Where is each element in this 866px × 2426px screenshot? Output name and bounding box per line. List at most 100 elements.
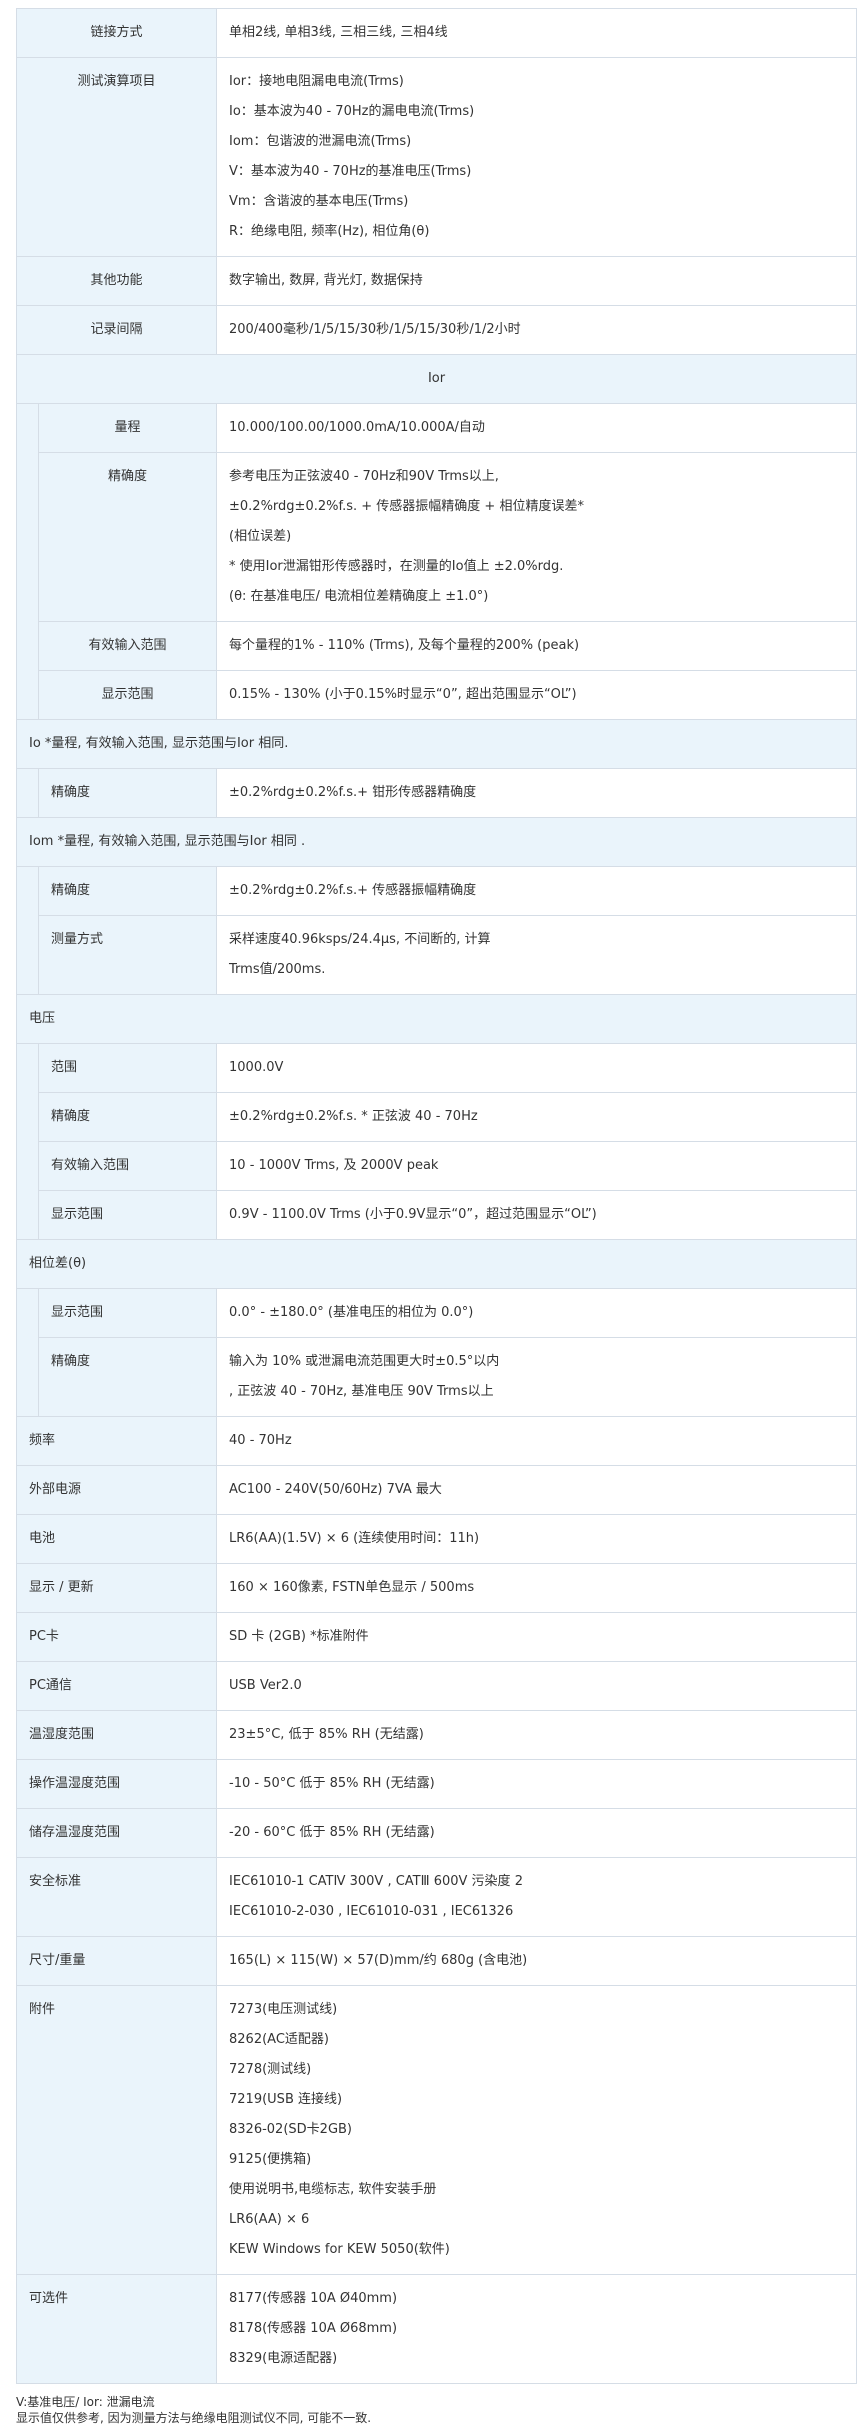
spec-value-line: Vm：含谐波的基本电压(Trms) [229,194,409,209]
spec-value: 10.000/100.00/1000.0mA/10.000A/自动 [216,403,858,453]
spec-label: 可选件 [15,2274,218,2384]
spec-value-line: 7219(USB 连接线) [229,2092,343,2107]
spec-value-line: -10 - 50°C 低于 85% RH (无结露) [229,1776,435,1791]
spec-label: 精确度 [37,866,218,916]
spec-label: 精确度 [37,768,218,818]
indent-cell [16,1288,39,1417]
spec-subrow: 测量方式 采样速度40.96ksps/24.4μs, 不间断的, 计算 Trms值/… [17,915,858,995]
spec-row: 测试演算项目 Ior：接地电阻漏电电流(Trms) Io：基本波为40 - 70Hz… [15,57,858,257]
spec-value: 7273(电压测试线) 8262(AC适配器) 7278(测试线) 7219(USB … [216,1985,858,2275]
spec-row: 电池 LR6(AA)(1.5V) × 6 (连续使用时间：11h) [15,1514,858,1564]
spec-value: 单相2线, 单相3线, 三相三线, 三相4线 [216,8,858,58]
spec-label: 记录间隔 [15,305,218,355]
spec-subrow: 精确度 参考电压为正弦波40 - 70Hz和90V Trms以上, ±0.2%rdg… [17,452,858,622]
spec-value-line: R：绝缘电阻, 频率(Hz), 相位角(θ) [229,224,430,239]
spec-value-line: KEW Windows for KEW 5050(软件) [229,2242,450,2257]
indent-cell [16,1043,39,1240]
spec-value: Ior：接地电阻漏电电流(Trms) Io：基本波为40 - 70Hz的漏电电流(… [216,57,858,257]
spec-value-line: -20 - 60°C 低于 85% RH (无结露) [229,1825,435,1840]
spec-value-line: SD 卡 (2GB) *标准附件 [229,1629,369,1644]
spec-value: 10 - 1000V Trms, 及 2000V peak [216,1141,858,1191]
spec-subrow: 有效输入范围 10 - 1000V Trms, 及 2000V peak [17,1141,858,1191]
spec-subrow: 量程 10.000/100.00/1000.0mA/10.000A/自动 [16,403,858,720]
spec-value-line: 23±5°C, 低于 85% RH (无结露) [229,1727,424,1742]
spec-value-line: 0.9V - 1100.0V Trms (小于0.9V显示“0”，超过范围显示“… [229,1207,597,1222]
spec-label: 范围 [37,1043,218,1093]
spec-label: 链接方式 [15,8,218,58]
spec-value-line: ±0.2%rdg±0.2%f.s. * 正弦波 40 - 70Hz [229,1109,478,1124]
spec-value-line: 输入为 10% 或泄漏电流范围更大时±0.5°以内 [229,1354,500,1369]
spec-row: PC卡 SD 卡 (2GB) *标准附件 [15,1612,858,1662]
spec-value-line: 8178(传感器 10A Ø68mm) [229,2321,398,2336]
spec-value: 160 × 160像素, FSTN单色显示 / 500ms [216,1563,858,1613]
section-title: Iom *量程, 有效输入范围, 显示范围与Ior 相同 . [15,817,858,867]
spec-value: 0.9V - 1100.0V Trms (小于0.9V显示“0”，超过范围显示“… [216,1190,858,1240]
spec-value: 1000.0V [216,1043,858,1093]
spec-row: 可选件 8177(传感器 10A Ø40mm) 8178(传感器 10A Ø68mm… [15,2274,858,2384]
spec-value-line: ±0.2%rdg±0.2%f.s.+ 传感器振幅精确度 [229,883,477,898]
spec-label: 频率 [15,1416,218,1466]
footnote-line: 显示值仅供参考, 因为测量方法与绝缘电阻测试仪不同, 可能不一致. [16,2411,372,2425]
spec-label: 显示 / 更新 [15,1563,218,1613]
spec-label: 安全标准 [15,1857,218,1937]
section-title: Ior [15,354,858,404]
spec-row: 储存温湿度范围 -20 - 60°C 低于 85% RH (无结露) [15,1808,858,1858]
spec-value-line: 7278(测试线) [229,2062,312,2077]
spec-value: ±0.2%rdg±0.2%f.s. * 正弦波 40 - 70Hz [216,1092,858,1142]
spec-value: 165(L) × 115(W) × 57(D)mm/约 680g (含电池) [216,1936,858,1986]
spec-label: 有效输入范围 [37,621,218,671]
spec-row: 附件 7273(电压测试线) 8262(AC适配器) 7278(测试线) 7219(US… [15,1985,858,2275]
spec-value: LR6(AA)(1.5V) × 6 (连续使用时间：11h) [216,1514,858,1564]
spec-row: 操作温湿度范围 -10 - 50°C 低于 85% RH (无结露) [15,1759,858,1809]
spec-value: 200/400毫秒/1/5/15/30秒/1/5/15/30秒/1/2小时 [216,305,858,355]
spec-value-line: IEC61010-1 CATⅣ 300V , CATⅢ 600V 污染度 2 [229,1874,523,1889]
spec-label: 其他功能 [15,256,218,306]
spec-label: 储存温湿度范围 [15,1808,218,1858]
spec-value-line: 10 - 1000V Trms, 及 2000V peak [229,1158,439,1173]
spec-label: 量程 [37,403,218,453]
spec-value-line: * 使用Ior泄漏钳形传感器时，在测量的Io值上 ±2.0%rdg. [229,559,564,574]
spec-label: 操作温湿度范围 [15,1759,218,1809]
spec-value-line: Io：基本波为40 - 70Hz的漏电电流(Trms) [229,104,475,119]
spec-value-line: V：基本波为40 - 70Hz的基准电压(Trms) [229,164,472,179]
spec-value-line: IEC61010-2-030 , IEC61010-031 , IEC61326 [229,1904,514,1919]
spec-value-line: LR6(AA) × 6 [229,2212,310,2227]
indent-cell [16,866,39,995]
spec-subrow: 显示范围 0.9V - 1100.0V Trms (小于0.9V显示“0”，超过范… [17,1190,858,1240]
spec-subrow: 精确度 ±0.2%rdg±0.2%f.s. * 正弦波 40 - 70Hz [17,1092,858,1142]
spec-value: 参考电压为正弦波40 - 70Hz和90V Trms以上, ±0.2%rdg±0.… [216,452,858,622]
spec-label: 温湿度范围 [15,1710,218,1760]
spec-label: 显示范围 [37,670,218,720]
spec-value-line: 8177(传感器 10A Ø40mm) [229,2291,398,2306]
spec-label: 精确度 [37,452,218,622]
spec-value-line: Ior：接地电阻漏电电流(Trms) [229,74,404,89]
spec-value: 40 - 70Hz [216,1416,858,1466]
spec-table: 链接方式 单相2线, 单相3线, 三相三线, 三相4线 测试演算项目 Ior：接地电阻… [15,8,858,2384]
spec-value: USB Ver2.0 [216,1661,858,1711]
spec-value-line: Trms值/200ms. [229,962,326,977]
spec-row: 链接方式 单相2线, 单相3线, 三相三线, 三相4线 [15,8,858,58]
section-header: 相位差(θ) [15,1239,858,1289]
spec-label: 测试演算项目 [15,57,218,257]
section-header: Iom *量程, 有效输入范围, 显示范围与Ior 相同 . [15,817,858,867]
spec-row: 尺寸/重量 165(L) × 115(W) × 57(D)mm/约 680g (含… [15,1936,858,1986]
spec-subrow: 范围 1000.0V [16,1043,858,1240]
spec-value-line: 单相2线, 单相3线, 三相三线, 三相4线 [229,25,448,40]
spec-value-line: (θ: 在基准电压/ 电流相位差精确度上 ±1.0°) [229,589,489,604]
spec-value: 0.0° - ±180.0° (基准电压的相位为 0.0°) [216,1288,858,1338]
spec-subrow: 精确度 输入为 10% 或泄漏电流范围更大时±0.5°以内 , 正弦波 40 - 7… [17,1337,858,1417]
spec-label: 精确度 [37,1337,218,1417]
section-header: Io *量程, 有效输入范围, 显示范围与Ior 相同. [15,719,858,769]
spec-label: 测量方式 [37,915,218,995]
spec-label: 显示范围 [37,1190,218,1240]
spec-subrow: 有效输入范围 每个量程的1% - 110% (Trms), 及每个量程的200% … [17,621,858,671]
spec-value: 8177(传感器 10A Ø40mm) 8178(传感器 10A Ø68mm) 83… [216,2274,858,2384]
spec-row: 温湿度范围 23±5°C, 低于 85% RH (无结露) [15,1710,858,1760]
spec-value-line: 1000.0V [229,1060,284,1075]
spec-value-line: 参考电压为正弦波40 - 70Hz和90V Trms以上, [229,469,499,484]
spec-value: 输入为 10% 或泄漏电流范围更大时±0.5°以内 , 正弦波 40 - 70Hz… [216,1337,858,1417]
spec-value-line: Iom：包谐波的泄漏电流(Trms) [229,134,412,149]
spec-value-line: ±0.2%rdg±0.2%f.s. + 传感器振幅精确度 + 相位精度误差* [229,499,584,514]
footnote-line: V:基准电压/ Ior: 泄漏电流 [16,2395,155,2409]
spec-value-line: (相位误差) [229,529,292,544]
